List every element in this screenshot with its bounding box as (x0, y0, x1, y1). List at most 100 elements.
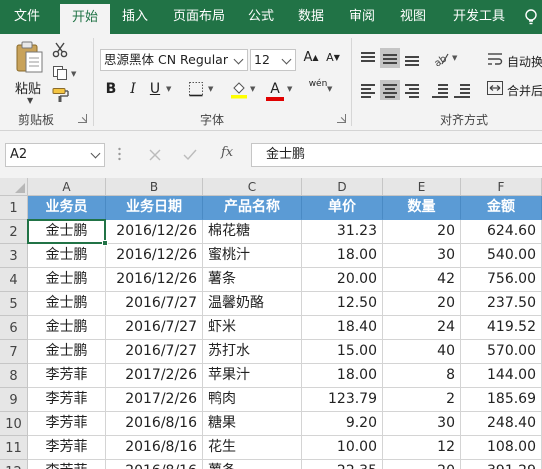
table-cell[interactable]: 2 (383, 388, 461, 412)
table-cell[interactable]: 薯条 (203, 460, 302, 469)
table-cell[interactable]: 李芳菲 (28, 388, 106, 412)
chevron-down-icon[interactable] (231, 50, 247, 70)
decrease-font-size-button[interactable]: A▼ (324, 48, 342, 68)
table-cell[interactable]: 2016/12/26 (106, 244, 203, 268)
table-cell[interactable]: 144.00 (461, 364, 542, 388)
row-header[interactable]: 9 (0, 388, 28, 412)
column-header-b[interactable]: B (106, 178, 203, 196)
column-header-c[interactable]: C (203, 178, 302, 196)
table-cell[interactable]: 苹果汁 (203, 364, 302, 388)
bold-button[interactable]: B (102, 79, 120, 99)
table-header-cell[interactable]: 数量 (383, 196, 461, 220)
table-cell[interactable]: 2016/7/27 (106, 340, 203, 364)
tab-home[interactable]: 开始 (60, 4, 110, 34)
tab-page-layout[interactable]: 页面布局 (166, 0, 232, 34)
table-cell[interactable]: 12.50 (302, 292, 383, 316)
table-cell[interactable]: 糖果 (203, 412, 302, 436)
table-header-cell[interactable]: 业务日期 (106, 196, 203, 220)
table-cell[interactable]: 185.69 (461, 388, 542, 412)
table-cell[interactable]: 22.35 (302, 460, 383, 469)
table-cell[interactable]: 108.00 (461, 436, 542, 460)
table-cell[interactable]: 鸭肉 (203, 388, 302, 412)
table-cell[interactable]: 李芳菲 (28, 460, 106, 469)
enter-check-icon[interactable] (183, 149, 197, 161)
top-align-button[interactable] (358, 48, 378, 68)
row-header[interactable]: 7 (0, 340, 28, 364)
formula-input[interactable]: 金士鹏 (251, 143, 542, 167)
cut-icon[interactable] (52, 42, 68, 58)
table-cell[interactable]: 苏打水 (203, 340, 302, 364)
table-cell[interactable]: 20.00 (302, 268, 383, 292)
table-header-cell[interactable]: 金额 (461, 196, 542, 220)
table-cell[interactable]: 2017/2/26 (106, 388, 203, 412)
table-cell[interactable]: 8 (383, 364, 461, 388)
column-header-a[interactable]: A (28, 178, 106, 196)
row-header[interactable]: 2 (0, 220, 28, 244)
table-cell[interactable]: 419.52 (461, 316, 542, 340)
align-center-button[interactable] (380, 80, 400, 100)
table-cell[interactable]: 蜜桃汁 (203, 244, 302, 268)
insert-function-button[interactable]: fx (221, 145, 233, 160)
copy-icon[interactable] (52, 65, 68, 81)
table-cell[interactable]: 金士鹏 (28, 340, 106, 364)
orientation-icon[interactable]: ab (432, 50, 450, 66)
table-cell[interactable]: 20 (383, 220, 461, 244)
underline-dropdown-caret[interactable]: ▼ (166, 85, 171, 93)
column-header-f[interactable]: F (461, 178, 542, 196)
table-cell[interactable]: 2016/8/16 (106, 412, 203, 436)
tab-formulas[interactable]: 公式 (240, 0, 282, 34)
table-cell[interactable]: 花生 (203, 436, 302, 460)
table-cell[interactable]: 金士鹏 (28, 220, 106, 244)
font-size-dropdown[interactable]: 12 (250, 49, 296, 71)
table-cell[interactable]: 123.79 (302, 388, 383, 412)
wrap-text-button[interactable]: 自动换 (507, 53, 542, 70)
table-cell[interactable]: 15.00 (302, 340, 383, 364)
resize-grip-icon[interactable] (118, 147, 121, 161)
table-cell[interactable]: 42 (383, 268, 461, 292)
tab-developer[interactable]: 开发工具 (446, 0, 512, 34)
font-dialog-launcher[interactable] (337, 114, 346, 123)
tab-data[interactable]: 数据 (290, 0, 332, 34)
lightbulb-icon[interactable] (524, 9, 538, 25)
table-cell[interactable]: 24 (383, 316, 461, 340)
underline-button[interactable]: U (146, 79, 164, 99)
table-cell[interactable]: 237.50 (461, 292, 542, 316)
table-cell[interactable]: 18.00 (302, 244, 383, 268)
format-painter-icon[interactable] (52, 87, 70, 103)
table-cell[interactable]: 624.60 (461, 220, 542, 244)
borders-dropdown-caret[interactable]: ▼ (208, 85, 213, 93)
tab-view[interactable]: 视图 (392, 0, 434, 34)
table-cell[interactable]: 30 (383, 244, 461, 268)
row-header[interactable]: 5 (0, 292, 28, 316)
table-cell[interactable]: 薯条 (203, 268, 302, 292)
borders-icon[interactable] (188, 81, 204, 97)
table-cell[interactable]: 棉花糖 (203, 220, 302, 244)
font-name-dropdown[interactable]: 思源黑体 CN Regular (100, 49, 248, 71)
table-cell[interactable]: 金士鹏 (28, 316, 106, 340)
fill-color-dropdown-caret[interactable]: ▼ (250, 85, 255, 93)
fill-handle[interactable] (102, 240, 108, 246)
align-right-button[interactable] (402, 80, 422, 100)
middle-align-button[interactable] (380, 48, 400, 68)
table-cell[interactable]: 金士鹏 (28, 292, 106, 316)
chevron-down-icon[interactable] (279, 50, 295, 70)
fill-color-icon[interactable] (230, 79, 248, 99)
table-cell[interactable]: 570.00 (461, 340, 542, 364)
table-cell[interactable]: 248.40 (461, 412, 542, 436)
table-cell[interactable]: 31.23 (302, 220, 383, 244)
table-cell[interactable]: 2016/8/16 (106, 460, 203, 469)
table-cell[interactable]: 18.00 (302, 364, 383, 388)
table-cell[interactable]: 2016/7/27 (106, 316, 203, 340)
tab-insert[interactable]: 插入 (114, 0, 156, 34)
table-cell[interactable]: 金士鹏 (28, 268, 106, 292)
table-cell[interactable]: 李芳菲 (28, 364, 106, 388)
table-cell[interactable]: 李芳菲 (28, 436, 106, 460)
phonetic-dropdown-caret[interactable]: ▼ (327, 85, 332, 93)
font-color-button[interactable]: A (266, 79, 284, 99)
font-color-dropdown-caret[interactable]: ▼ (287, 85, 292, 93)
clipboard-dialog-launcher[interactable] (78, 114, 87, 123)
table-cell[interactable]: 李芳菲 (28, 412, 106, 436)
name-box[interactable]: A2 (5, 143, 105, 167)
paste-label[interactable]: 粘贴 (15, 78, 41, 97)
table-cell[interactable]: 9.20 (302, 412, 383, 436)
